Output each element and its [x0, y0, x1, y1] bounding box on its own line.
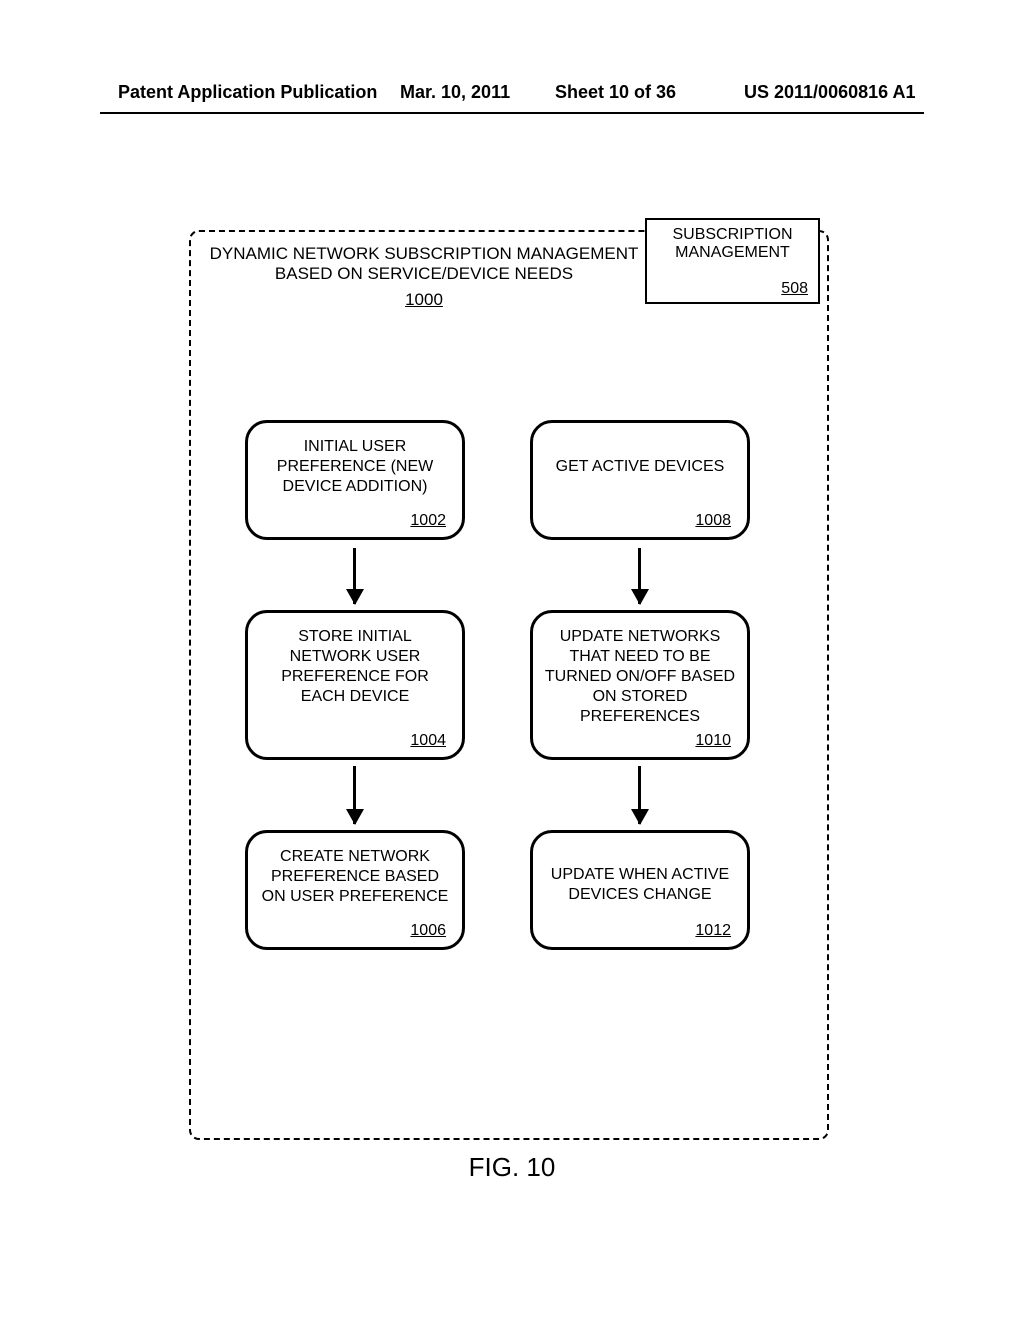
diagram-title-box: DYNAMIC NETWORK SUBSCRIPTION MANAGEMENT …	[204, 238, 644, 324]
box-create-network-pref: CREATE NETWORK PREFERENCE BASED ON USER …	[245, 830, 465, 950]
arrow-1010-to-1012	[638, 766, 641, 824]
arrow-1004-to-1006	[353, 766, 356, 824]
arrow-1002-to-1004	[353, 548, 356, 604]
diagram-title-ref: 1000	[204, 290, 644, 310]
box-text: CREATE NETWORK PREFERENCE BASED ON USER …	[262, 848, 449, 905]
patent-page: Patent Application Publication Mar. 10, …	[0, 0, 1024, 1320]
box-store-initial-pref: STORE INITIAL NETWORK USER PREFERENCE FO…	[245, 610, 465, 760]
sheet-number: Sheet 10 of 36	[555, 82, 676, 103]
box-text: UPDATE NETWORKS THAT NEED TO BE TURNED O…	[545, 628, 735, 725]
box-ref: 1004	[410, 731, 446, 751]
box-ref: 1010	[695, 731, 731, 751]
arrow-1008-to-1010	[638, 548, 641, 604]
subscription-management-label: SUBSCRIPTION MANAGEMENT	[672, 226, 792, 261]
subscription-management-ref: 508	[781, 280, 808, 298]
box-update-when-change: UPDATE WHEN ACTIVE DEVICES CHANGE 1012	[530, 830, 750, 950]
header-rule	[100, 112, 924, 114]
box-ref: 1008	[695, 511, 731, 531]
box-text: STORE INITIAL NETWORK USER PREFERENCE FO…	[281, 628, 429, 705]
box-update-networks: UPDATE NETWORKS THAT NEED TO BE TURNED O…	[530, 610, 750, 760]
diagram-title: DYNAMIC NETWORK SUBSCRIPTION MANAGEMENT …	[210, 244, 639, 283]
box-text: INITIAL USER PREFERENCE (NEW DEVICE ADDI…	[277, 438, 433, 495]
figure-label: FIG. 10	[0, 1152, 1024, 1183]
publication-type: Patent Application Publication	[118, 82, 377, 103]
box-get-active-devices: GET ACTIVE DEVICES 1008	[530, 420, 750, 540]
box-text: UPDATE WHEN ACTIVE DEVICES CHANGE	[551, 866, 729, 903]
box-initial-user-pref: INITIAL USER PREFERENCE (NEW DEVICE ADDI…	[245, 420, 465, 540]
box-ref: 1012	[695, 921, 731, 941]
publication-number: US 2011/0060816 A1	[744, 82, 915, 103]
publication-date: Mar. 10, 2011	[400, 82, 510, 103]
box-ref: 1002	[410, 511, 446, 531]
subscription-management-box: SUBSCRIPTION MANAGEMENT 508	[645, 218, 820, 304]
box-text: GET ACTIVE DEVICES	[556, 458, 725, 475]
box-ref: 1006	[410, 921, 446, 941]
